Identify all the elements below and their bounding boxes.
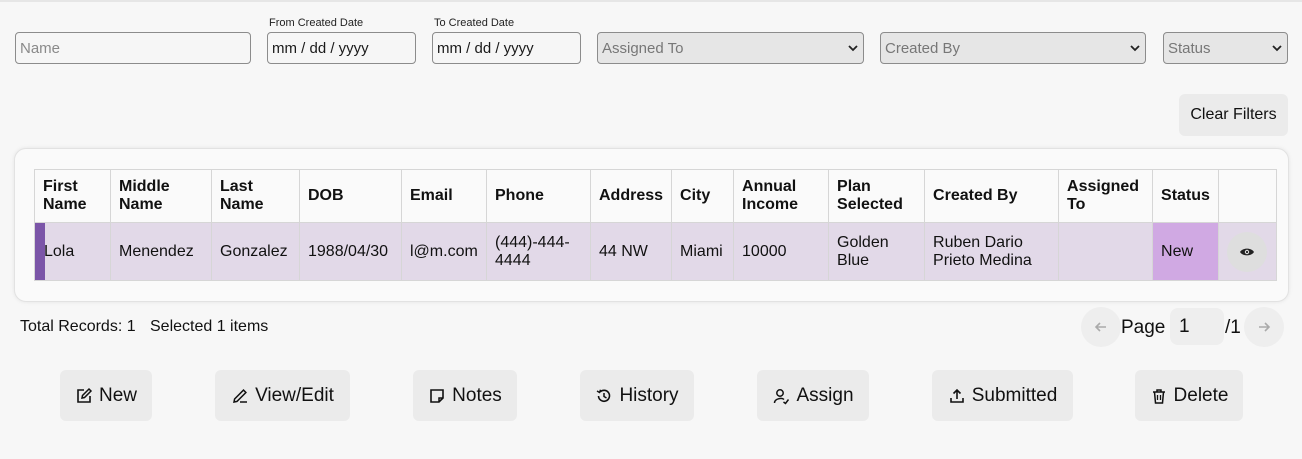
col-last-name: Last Name [211,169,300,223]
note-icon [430,388,444,403]
arrow-left-icon [1094,322,1106,332]
cell-actions [1217,222,1277,281]
cell-first-name: Lola [34,222,111,281]
top-divider [0,0,1302,2]
submitted-button-label: Submitted [971,384,1058,406]
page-number-input[interactable]: 1 [1170,308,1224,345]
cell-city: Miami [671,222,735,281]
eye-icon [1240,248,1255,255]
table-row[interactable]: Lola Menendez Gonzalez 1988/04/30 l@m.co… [34,222,1277,281]
total-records-text: Total Records: 1 [20,318,136,335]
cell-address: 44 NW [589,222,673,281]
created-by-select-value: Created By [885,39,961,57]
cell-annual-income: 10000 [733,222,830,281]
col-plan-selected: Plan Selected [828,169,926,223]
col-annual-income: Annual Income [733,169,830,223]
cell-created-by: Ruben Dario Prieto Medina [924,222,1060,281]
chevron-down-icon [1130,45,1140,52]
col-actions [1217,169,1277,223]
from-date-value: mm / dd / yyyy [272,39,369,57]
to-date-input[interactable]: mm / dd / yyyy [432,32,581,64]
prev-page-button[interactable] [1081,307,1121,347]
from-date-label: From Created Date [269,17,364,29]
submitted-button[interactable]: Submitted [932,370,1073,421]
user-assign-icon [774,388,790,405]
assigned-to-select-value: Assigned To [602,39,684,57]
col-status: Status [1152,169,1219,223]
cell-assigned-to [1058,222,1154,281]
records-table: First Name Middle Name Last Name DOB Ema… [34,169,1277,281]
cell-last-name: Gonzalez [211,222,300,281]
cell-phone: (444)-444-4444 [486,222,591,281]
history-button-label: History [619,384,679,406]
history-button[interactable]: History [580,370,694,421]
notes-button[interactable]: Notes [413,370,517,421]
to-date-label: To Created Date [434,17,515,29]
edit-square-icon [77,387,93,403]
chevron-down-icon [1272,45,1282,52]
new-button[interactable]: New [60,370,152,421]
col-middle-name: Middle Name [110,169,212,223]
view-record-button[interactable] [1227,231,1268,272]
delete-button[interactable]: Delete [1135,370,1243,421]
col-city: City [671,169,735,223]
upload-icon [949,388,964,403]
col-dob: DOB [299,169,402,223]
delete-button-label: Delete [1173,384,1229,406]
view-edit-button-label: View/Edit [255,384,334,406]
table-header-row: First Name Middle Name Last Name DOB Ema… [34,169,1277,223]
arrow-right-icon [1259,322,1271,332]
pencil-icon [233,388,248,403]
col-phone: Phone [486,169,591,223]
status-select[interactable]: Status [1163,32,1288,64]
trash-icon [1152,388,1165,404]
notes-button-label: Notes [452,384,502,406]
selected-items-text: Selected 1 items [150,318,269,335]
from-date-input[interactable]: mm / dd / yyyy [267,32,416,64]
col-created-by: Created By [924,169,1060,223]
col-first-name: First Name [34,169,111,223]
name-filter-placeholder: Name [20,39,61,57]
cell-status: New [1152,222,1219,281]
assigned-to-select[interactable]: Assigned To [597,32,864,64]
name-filter-input[interactable]: Name [15,32,251,64]
chevron-down-icon [848,45,858,52]
page-total: /1 [1225,317,1241,338]
new-button-label: New [98,384,137,406]
status-select-value: Status [1168,39,1211,57]
cell-middle-name: Menendez [110,222,212,281]
assign-button[interactable]: Assign [757,370,869,421]
clear-filters-button[interactable]: Clear Filters [1179,94,1288,136]
to-date-value: mm / dd / yyyy [437,39,534,57]
cell-email: l@m.com [401,222,487,281]
view-edit-button[interactable]: View/Edit [215,370,350,421]
next-page-button[interactable] [1244,307,1284,347]
history-icon [597,389,611,402]
col-email: Email [401,169,487,223]
created-by-select[interactable]: Created By [880,32,1146,64]
col-assigned-to: Assigned To [1058,169,1154,223]
cell-plan-selected: Golden Blue [828,222,926,281]
col-address: Address [589,169,673,223]
assign-button-label: Assign [796,384,854,406]
row-selected-marker [35,223,45,280]
page-label: Page [1121,317,1166,338]
cell-dob: 1988/04/30 [299,222,402,281]
